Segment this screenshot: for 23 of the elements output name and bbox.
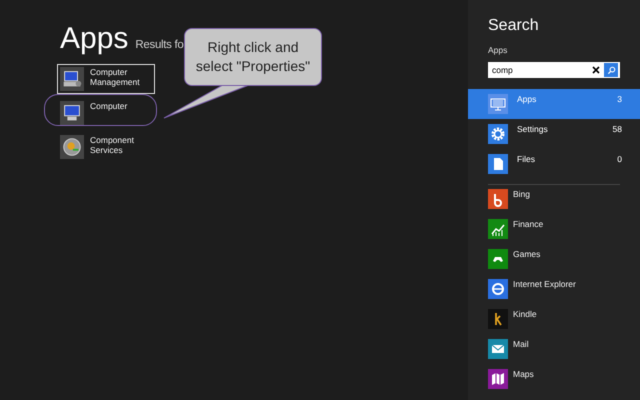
app-item[interactable]: Maps: [488, 369, 640, 389]
panel-title: Search: [487, 16, 540, 35]
search-category[interactable]: Apps 3: [468, 89, 640, 119]
computer-management-icon: [60, 67, 84, 91]
app-item[interactable]: Internet Explorer: [488, 279, 640, 299]
app-result[interactable]: Component Services: [57, 132, 155, 162]
search-category[interactable]: Files 0: [468, 149, 640, 179]
app-result[interactable]: Computer Management: [57, 64, 155, 94]
app-item[interactable]: Kindle: [488, 309, 640, 329]
app-item[interactable]: Finance: [488, 219, 640, 239]
close-icon[interactable]: [590, 62, 604, 78]
page-title: Apps: [60, 22, 128, 56]
results-caption: Results fo: [135, 39, 184, 51]
computer-icon: [60, 101, 84, 125]
scope-label: Apps: [487, 44, 508, 55]
app-result[interactable]: Computer: [57, 98, 155, 128]
app-item[interactable]: Games: [488, 249, 640, 269]
search-button[interactable]: [604, 63, 618, 77]
document-icon: [488, 154, 508, 174]
search-field[interactable]: comp: [488, 62, 590, 78]
app-item[interactable]: Bing: [488, 189, 640, 209]
app-item[interactable]: Mail: [488, 339, 640, 359]
search-category[interactable]: Settings 58: [468, 119, 640, 149]
